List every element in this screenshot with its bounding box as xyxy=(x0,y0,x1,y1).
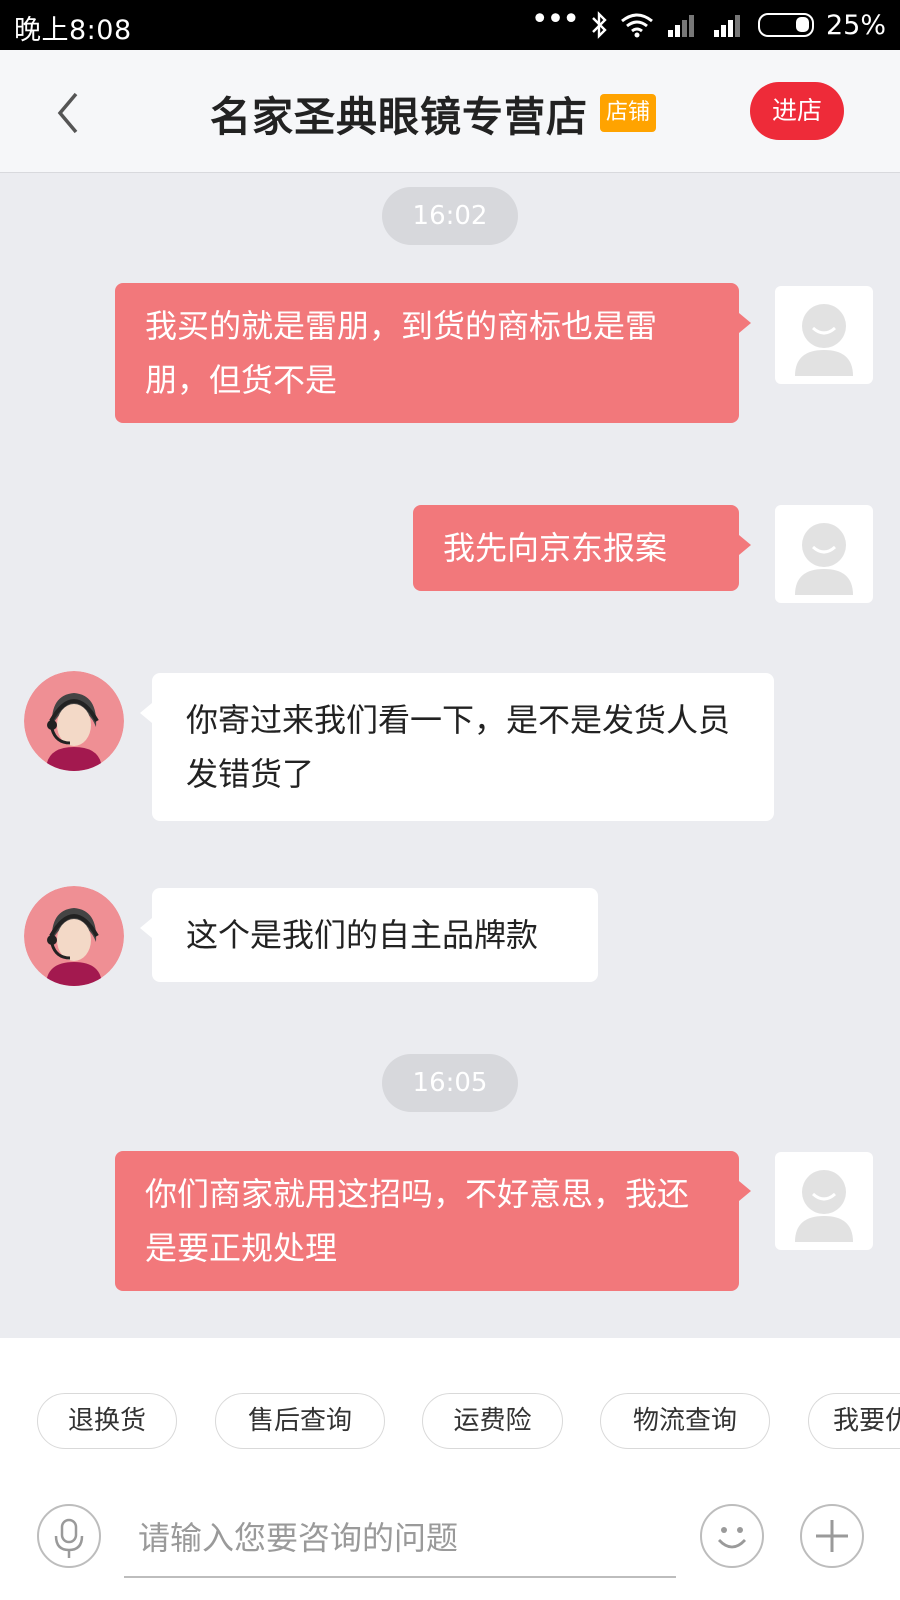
customer-service-agent-icon xyxy=(24,886,124,986)
message-bubble-agent[interactable]: 你寄过来我们看一下，是不是发货人员发错货了 xyxy=(140,673,774,821)
user-avatar[interactable] xyxy=(775,286,873,384)
microphone-icon xyxy=(54,1518,84,1558)
signal-icon-2 xyxy=(712,13,746,37)
message-bubble-agent[interactable]: 这个是我们的自主品牌款 xyxy=(140,888,598,982)
message-input[interactable] xyxy=(124,1500,676,1578)
notification-dots: ••• xyxy=(530,1,580,37)
status-time: 晚上8:08 xyxy=(14,15,132,46)
chat-header: 名家圣典眼镜专营店 店铺 进店 xyxy=(0,50,900,173)
add-attachment-button[interactable] xyxy=(800,1504,864,1568)
message-bubble-user[interactable]: 我先向京东报案 xyxy=(413,505,751,591)
back-button[interactable] xyxy=(46,86,90,140)
message-bubble-user[interactable]: 你们商家就用这招吗，不好意思，我还是要正规处理 xyxy=(115,1151,751,1291)
title-group: 名家圣典眼镜专营店 店铺 xyxy=(210,86,657,141)
quick-reply-more[interactable]: 我要优 xyxy=(808,1393,900,1449)
user-avatar-icon xyxy=(795,1170,853,1242)
quick-reply-return-exchange[interactable]: 退换货 xyxy=(37,1393,177,1449)
quick-reply-logistics[interactable]: 物流查询 xyxy=(600,1393,770,1449)
wifi-icon xyxy=(620,12,654,38)
smiley-icon xyxy=(717,1527,747,1549)
voice-input-button[interactable] xyxy=(37,1504,101,1568)
user-avatar[interactable] xyxy=(775,1152,873,1250)
message-bubble-user[interactable]: 我买的就是雷朋，到货的商标也是雷朋，但货不是 xyxy=(115,283,751,423)
quick-reply-after-sales[interactable]: 售后查询 xyxy=(215,1393,385,1449)
enter-store-button[interactable]: 进店 xyxy=(750,82,844,140)
quick-reply-shipping-insurance[interactable]: 运费险 xyxy=(422,1393,563,1449)
user-avatar-icon xyxy=(795,523,853,595)
user-avatar[interactable] xyxy=(775,505,873,603)
agent-avatar[interactable] xyxy=(24,671,124,771)
customer-service-agent-icon xyxy=(24,671,124,771)
timestamp-badge: 16:02 xyxy=(382,187,518,245)
user-avatar-icon xyxy=(795,304,853,376)
bluetooth-icon xyxy=(590,11,608,39)
status-bar: 晚上8:08 ••• 25% xyxy=(0,0,900,50)
agent-avatar[interactable] xyxy=(24,886,124,986)
plus-icon xyxy=(816,1520,848,1552)
timestamp-badge: 16:05 xyxy=(382,1054,518,1112)
emoji-button[interactable] xyxy=(700,1504,764,1568)
battery-icon xyxy=(757,13,814,37)
battery-percent: 25% xyxy=(825,9,886,41)
signal-icon xyxy=(666,13,700,37)
status-icons: ••• 25% xyxy=(531,2,886,42)
page-title: 名家圣典眼镜专营店 xyxy=(210,93,588,141)
shop-tag-badge[interactable]: 店铺 xyxy=(600,94,657,132)
chevron-left-icon xyxy=(57,92,78,134)
